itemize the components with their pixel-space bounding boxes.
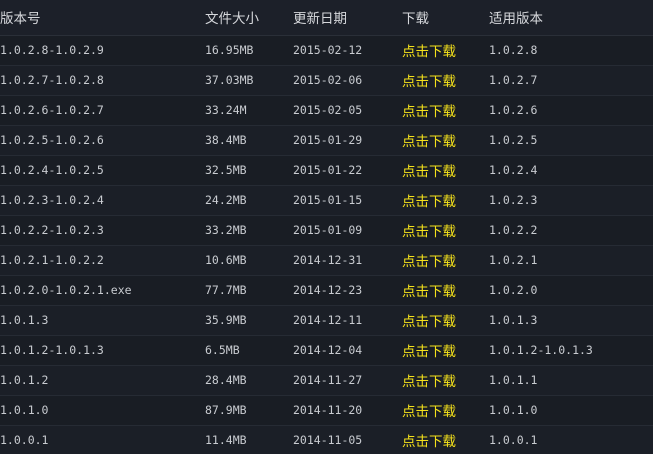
header-date: 更新日期 [293, 11, 347, 28]
date-cell: 2015-02-05 [293, 103, 363, 117]
applies-cell: 1.0.1.1 [489, 373, 538, 387]
applies-cell: 1.0.2.6 [489, 103, 538, 117]
table-row: 1.0.2.3-1.0.2.4 24.2MB 2015-01-15 点击下载 1… [0, 185, 653, 215]
size-cell: 24.2MB [205, 193, 247, 207]
size-cell: 11.4MB [205, 433, 247, 447]
date-cell: 2014-12-11 [293, 313, 363, 327]
table-row: 1.0.2.8-1.0.2.9 16.95MB 2015-02-12 点击下载 … [0, 35, 653, 65]
date-cell: 2014-11-05 [293, 433, 363, 447]
download-link[interactable]: 点击下载 [402, 245, 489, 275]
version-download-panel: 版本号 文件大小 更新日期 下载 适用版本 1.0.2.8-1.0.2.9 16… [0, 0, 653, 454]
table-row: 1.0.2.7-1.0.2.8 37.03MB 2015-02-06 点击下载 … [0, 65, 653, 95]
applies-cell: 1.0.2.8 [489, 43, 538, 57]
date-cell: 2014-11-20 [293, 403, 363, 417]
table-row: 1.0.2.6-1.0.2.7 33.24M 2015-02-05 点击下载 1… [0, 95, 653, 125]
download-link[interactable]: 点击下载 [402, 395, 489, 425]
table-row: 1.0.2.2-1.0.2.3 33.2MB 2015-01-09 点击下载 1… [0, 215, 653, 245]
applies-cell: 1.0.2.5 [489, 133, 538, 147]
date-cell: 2015-01-22 [293, 163, 363, 177]
size-cell: 37.03MB [205, 73, 254, 87]
download-link[interactable]: 点击下载 [402, 215, 489, 245]
download-link[interactable]: 点击下载 [402, 35, 489, 65]
date-cell: 2015-01-09 [293, 223, 363, 237]
size-cell: 38.4MB [205, 133, 247, 147]
table-body: 1.0.2.8-1.0.2.9 16.95MB 2015-02-12 点击下载 … [0, 35, 653, 454]
applies-cell: 1.0.0.1 [489, 433, 538, 447]
date-cell: 2014-12-04 [293, 343, 363, 357]
header-row: 版本号 文件大小 更新日期 下载 适用版本 [0, 0, 653, 35]
version-cell: 1.0.2.4-1.0.2.5 [0, 163, 104, 177]
version-cell: 1.0.0.1 [0, 433, 49, 447]
applies-cell: 1.0.2.1 [489, 253, 538, 267]
size-cell: 16.95MB [205, 43, 254, 57]
date-cell: 2015-01-29 [293, 133, 363, 147]
size-cell: 35.9MB [205, 313, 247, 327]
download-link[interactable]: 点击下载 [402, 65, 489, 95]
version-cell: 1.0.2.8-1.0.2.9 [0, 43, 104, 57]
applies-cell: 1.0.1.0 [489, 403, 538, 417]
version-cell: 1.0.1.2 [0, 373, 49, 387]
size-cell: 6.5MB [205, 343, 240, 357]
table-row: 1.0.0.1 11.4MB 2014-11-05 点击下载 1.0.0.1 [0, 425, 653, 454]
table-row: 1.0.2.1-1.0.2.2 10.6MB 2014-12-31 点击下载 1… [0, 245, 653, 275]
table-row: 1.0.1.2-1.0.1.3 6.5MB 2014-12-04 点击下载 1.… [0, 335, 653, 365]
applies-cell: 1.0.2.7 [489, 73, 538, 87]
table-row: 1.0.1.3 35.9MB 2014-12-11 点击下载 1.0.1.3 [0, 305, 653, 335]
download-link[interactable]: 点击下载 [402, 365, 489, 395]
applies-cell: 1.0.2.2 [489, 223, 538, 237]
header-version: 版本号 [0, 11, 41, 28]
version-cell: 1.0.2.0-1.0.2.1.exe [0, 283, 132, 297]
table-row: 1.0.1.2 28.4MB 2014-11-27 点击下载 1.0.1.1 [0, 365, 653, 395]
download-link[interactable]: 点击下载 [402, 155, 489, 185]
applies-cell: 1.0.2.4 [489, 163, 538, 177]
applies-cell: 1.0.1.3 [489, 313, 538, 327]
date-cell: 2015-01-15 [293, 193, 363, 207]
header-download: 下载 [402, 11, 429, 28]
size-cell: 33.2MB [205, 223, 247, 237]
version-cell: 1.0.2.5-1.0.2.6 [0, 133, 104, 147]
date-cell: 2014-12-23 [293, 283, 363, 297]
date-cell: 2015-02-06 [293, 73, 363, 87]
version-cell: 1.0.2.7-1.0.2.8 [0, 73, 104, 87]
version-cell: 1.0.1.2-1.0.1.3 [0, 343, 104, 357]
download-link[interactable]: 点击下载 [402, 275, 489, 305]
header-applies: 适用版本 [489, 11, 543, 28]
size-cell: 32.5MB [205, 163, 247, 177]
applies-cell: 1.0.1.2-1.0.1.3 [489, 343, 593, 357]
version-cell: 1.0.1.0 [0, 403, 49, 417]
version-cell: 1.0.2.1-1.0.2.2 [0, 253, 104, 267]
date-cell: 2014-12-31 [293, 253, 363, 267]
table-row: 1.0.1.0 87.9MB 2014-11-20 点击下载 1.0.1.0 [0, 395, 653, 425]
version-cell: 1.0.2.3-1.0.2.4 [0, 193, 104, 207]
size-cell: 77.7MB [205, 283, 247, 297]
header-size: 文件大小 [205, 11, 259, 28]
table-row: 1.0.2.5-1.0.2.6 38.4MB 2015-01-29 点击下载 1… [0, 125, 653, 155]
download-link[interactable]: 点击下载 [402, 425, 489, 454]
download-link[interactable]: 点击下载 [402, 125, 489, 155]
version-cell: 1.0.1.3 [0, 313, 49, 327]
download-link[interactable]: 点击下载 [402, 335, 489, 365]
download-link[interactable]: 点击下载 [402, 185, 489, 215]
size-cell: 28.4MB [205, 373, 247, 387]
table-header: 版本号 文件大小 更新日期 下载 适用版本 [0, 0, 653, 35]
size-cell: 87.9MB [205, 403, 247, 417]
applies-cell: 1.0.2.3 [489, 193, 538, 207]
size-cell: 33.24M [205, 103, 247, 117]
version-cell: 1.0.2.2-1.0.2.3 [0, 223, 104, 237]
version-table: 版本号 文件大小 更新日期 下载 适用版本 1.0.2.8-1.0.2.9 16… [0, 0, 653, 454]
download-link[interactable]: 点击下载 [402, 305, 489, 335]
table-row: 1.0.2.0-1.0.2.1.exe 77.7MB 2014-12-23 点击… [0, 275, 653, 305]
size-cell: 10.6MB [205, 253, 247, 267]
download-link[interactable]: 点击下载 [402, 95, 489, 125]
version-cell: 1.0.2.6-1.0.2.7 [0, 103, 104, 117]
date-cell: 2015-02-12 [293, 43, 363, 57]
date-cell: 2014-11-27 [293, 373, 363, 387]
table-row: 1.0.2.4-1.0.2.5 32.5MB 2015-01-22 点击下载 1… [0, 155, 653, 185]
applies-cell: 1.0.2.0 [489, 283, 538, 297]
